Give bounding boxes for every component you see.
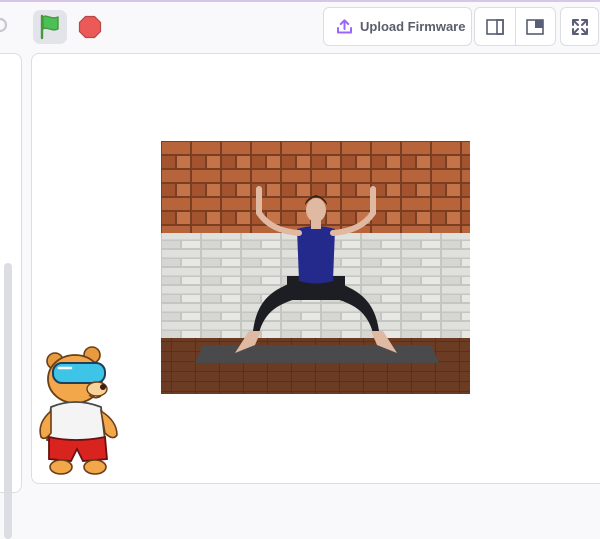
small-stage-button[interactable] bbox=[475, 8, 515, 45]
upload-firmware-button[interactable]: Upload Firmware bbox=[323, 7, 472, 46]
yoga-backdrop-image bbox=[161, 141, 470, 394]
large-stage-button[interactable] bbox=[514, 8, 556, 45]
vertical-scrollbar[interactable] bbox=[4, 263, 12, 539]
fullscreen-icon bbox=[571, 18, 588, 35]
top-border bbox=[0, 0, 600, 2]
green-flag-icon bbox=[40, 14, 59, 40]
stop-button[interactable] bbox=[73, 10, 107, 44]
bear-mascot-sprite[interactable] bbox=[35, 345, 125, 480]
fullscreen-button[interactable] bbox=[560, 7, 599, 46]
stage-layout-toggle bbox=[474, 7, 556, 46]
green-flag-button[interactable] bbox=[33, 10, 67, 44]
undo-icon[interactable] bbox=[0, 13, 12, 37]
large-stage-layout-icon bbox=[526, 18, 545, 35]
code-area-panel[interactable] bbox=[0, 53, 22, 539]
stop-icon bbox=[78, 15, 102, 39]
upload-icon bbox=[337, 19, 352, 34]
upload-firmware-label: Upload Firmware bbox=[360, 19, 466, 34]
small-stage-layout-icon bbox=[485, 18, 504, 35]
